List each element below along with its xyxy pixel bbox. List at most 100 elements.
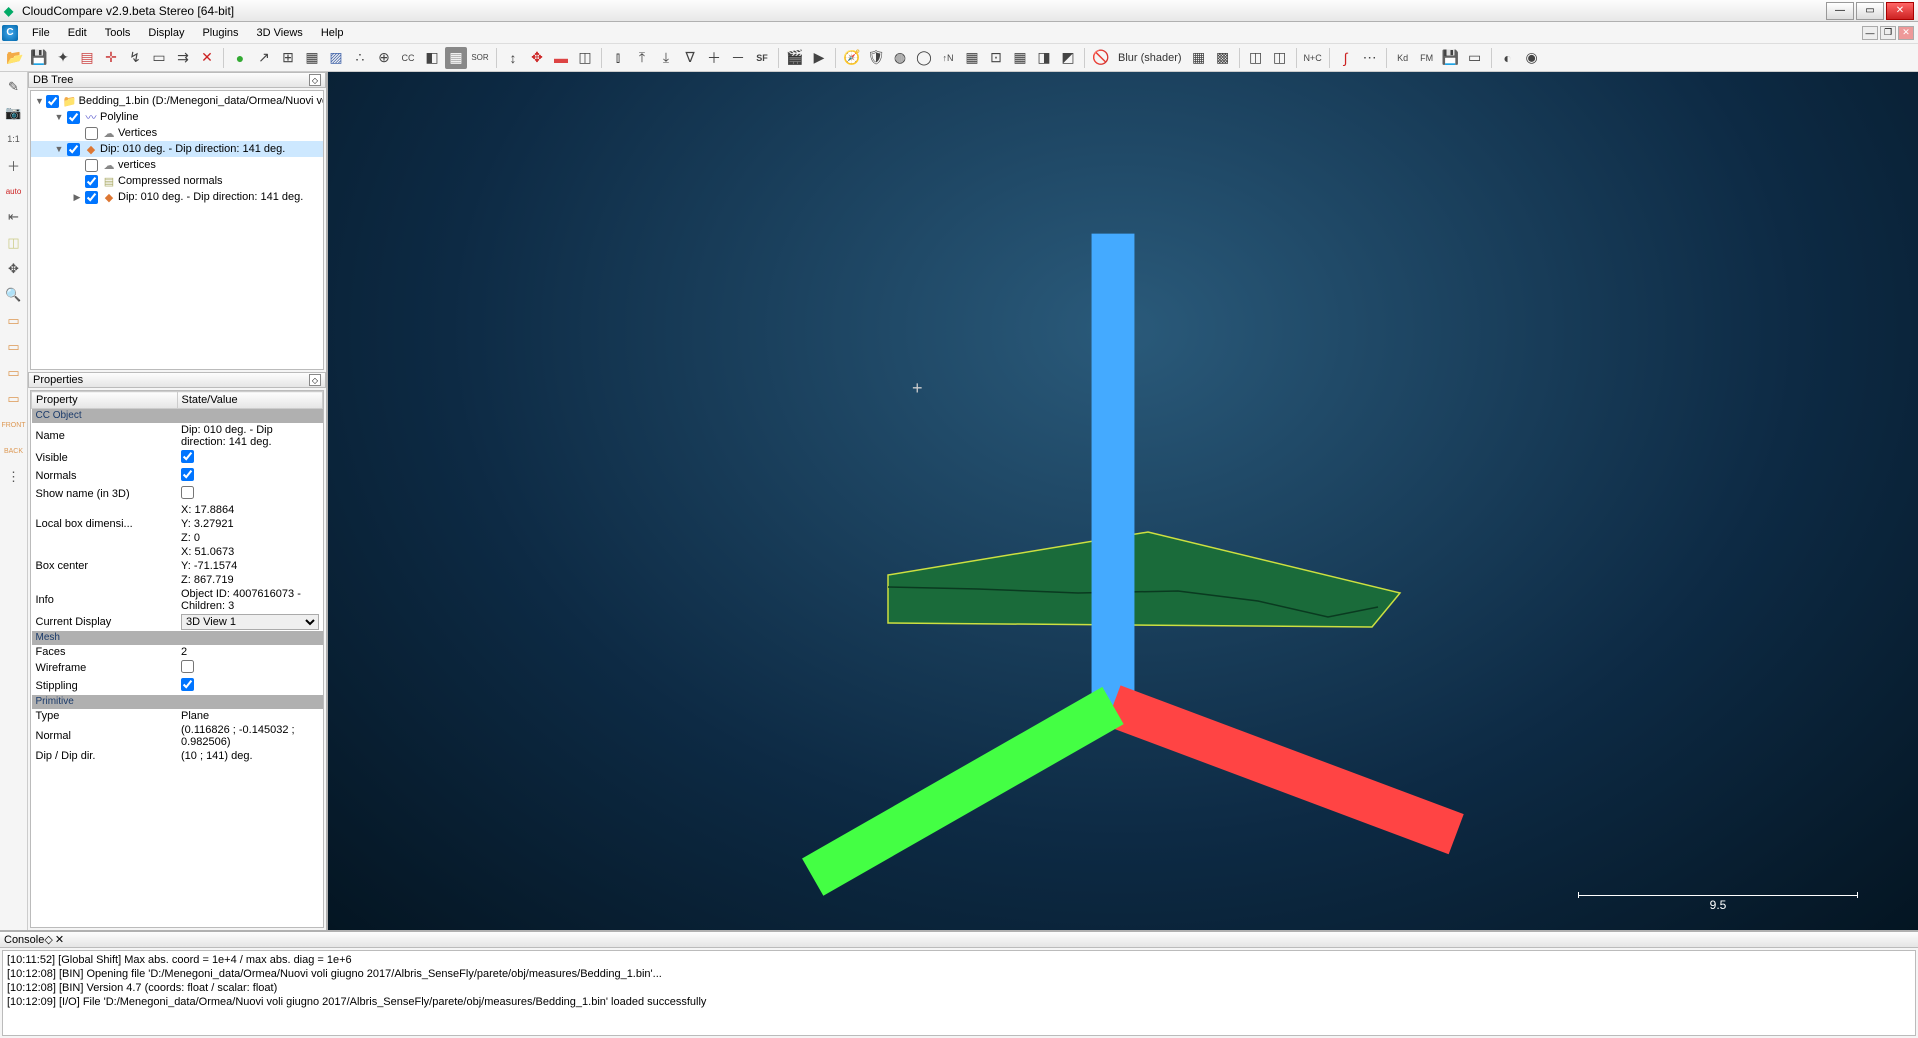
left-view-icon[interactable]: ▭ bbox=[3, 362, 25, 384]
tree-checkbox[interactable] bbox=[67, 111, 80, 124]
tree-row[interactable]: ☁vertices bbox=[31, 157, 323, 173]
menu-tools[interactable]: Tools bbox=[97, 25, 139, 41]
move-icon[interactable]: ✥ bbox=[3, 258, 25, 280]
tree-item-label: Compressed normals bbox=[118, 175, 223, 187]
tree-checkbox[interactable] bbox=[85, 159, 98, 172]
arrow-icon[interactable]: ⇤ bbox=[3, 206, 25, 228]
stippling-checkbox[interactable] bbox=[181, 678, 194, 691]
back-view-icon[interactable]: BACK bbox=[3, 440, 25, 462]
zoom-icon[interactable]: 🔍 bbox=[3, 284, 25, 306]
viewport-3d[interactable]: + 9.5 bbox=[328, 72, 1918, 930]
left-panel: DB Tree ◇ ▼📁Bedding_1.bin (D:/Menegoni_d… bbox=[28, 72, 328, 930]
iso-view-icon[interactable]: ◫ bbox=[3, 232, 25, 254]
dbtree-body[interactable]: ▼ 📁Bedding_1.bin (D:/Menegoni_data/Ormea/… bbox=[30, 90, 324, 370]
merge-icon[interactable]: ⇉ bbox=[172, 47, 194, 69]
tree-checkbox[interactable] bbox=[85, 127, 98, 140]
app-logo-icon: C bbox=[2, 25, 18, 41]
menu-help[interactable]: Help bbox=[313, 25, 352, 41]
one-to-one-icon[interactable]: 1:1 bbox=[3, 128, 25, 150]
normals-icon[interactable]: ↗ bbox=[253, 47, 275, 69]
open-icon[interactable]: 📂 bbox=[4, 47, 26, 69]
tree-row[interactable]: ▼ 📁Bedding_1.bin (D:/Menegoni_data/Ormea/… bbox=[31, 93, 323, 109]
menu-display[interactable]: Display bbox=[140, 25, 192, 41]
auto-icon[interactable]: auto bbox=[3, 180, 25, 202]
tree-row[interactable]: ▶◆Dip: 010 deg. - Dip direction: 141 deg… bbox=[31, 189, 323, 205]
save-icon[interactable]: 💾 bbox=[28, 47, 50, 69]
folder-icon: 📁 bbox=[63, 94, 77, 108]
dbtree-title: DB Tree bbox=[33, 74, 73, 86]
mesh-icon: ◆ bbox=[84, 142, 98, 156]
pick-icon[interactable]: ✛ bbox=[100, 47, 122, 69]
right-view-icon[interactable]: ▭ bbox=[3, 388, 25, 410]
tree-item-label: Dip: 010 deg. - Dip direction: 141 deg. bbox=[118, 191, 303, 203]
prop-header-val: State/Value bbox=[177, 392, 323, 409]
delete-icon[interactable]: ✕ bbox=[196, 47, 218, 69]
connected-icon[interactable]: ↯ bbox=[124, 47, 146, 69]
plus-icon[interactable]: ＋ bbox=[3, 154, 25, 176]
dbtree-panel: DB Tree ◇ ▼📁Bedding_1.bin (D:/Menegoni_d… bbox=[28, 72, 326, 372]
close-button[interactable]: ✕ bbox=[1886, 2, 1914, 20]
tree-item-label: Vertices bbox=[118, 127, 157, 139]
tree-item-label: Dip: 010 deg. - Dip direction: 141 deg. bbox=[100, 143, 285, 155]
front-view-icon[interactable]: FRONT bbox=[3, 414, 25, 436]
sample-points-icon[interactable]: ✦ bbox=[52, 47, 74, 69]
menu-file[interactable]: File bbox=[24, 25, 58, 41]
tree-row[interactable]: ☁Vertices bbox=[31, 125, 323, 141]
menubar: C File Edit Tools Display Plugins 3D Vie… bbox=[0, 22, 1918, 44]
showname-checkbox[interactable] bbox=[181, 486, 194, 499]
colors-icon[interactable]: ● bbox=[229, 47, 251, 69]
properties-title: Properties bbox=[33, 374, 83, 386]
tree-checkbox[interactable] bbox=[85, 175, 98, 188]
properties-icon[interactable]: ▤ bbox=[76, 47, 98, 69]
menu-plugins[interactable]: Plugins bbox=[194, 25, 246, 41]
tree-twisty-icon[interactable]: ▼ bbox=[53, 112, 65, 122]
norm-icon: ▤ bbox=[102, 174, 116, 188]
console-line: [10:12:09] [I/O] File 'D:/Menegoni_data/… bbox=[7, 995, 1911, 1009]
minimize-button[interactable]: — bbox=[1826, 2, 1854, 20]
tree-checkbox[interactable] bbox=[46, 95, 59, 108]
console-line: [10:12:08] [BIN] Version 4.7 (coords: fl… bbox=[7, 981, 1911, 995]
tree-twisty-icon[interactable]: ▶ bbox=[71, 192, 83, 203]
window-title: CloudCompare v2.9.beta Stereo [64-bit] bbox=[22, 4, 1826, 18]
doc-minimize-button[interactable]: — bbox=[1862, 26, 1878, 40]
visible-checkbox[interactable] bbox=[181, 450, 194, 463]
tree-item-label: Polyline bbox=[100, 111, 139, 123]
properties-panel: Properties ◇ PropertyState/Value CC Obje… bbox=[28, 372, 326, 930]
wireframe-checkbox[interactable] bbox=[181, 660, 194, 673]
console-line: [10:11:52] [Global Shift] Max abs. coord… bbox=[7, 953, 1911, 967]
tree-checkbox[interactable] bbox=[67, 143, 80, 156]
menu-edit[interactable]: Edit bbox=[60, 25, 95, 41]
tree-checkbox[interactable] bbox=[85, 191, 98, 204]
section-ccobject: CC Object bbox=[32, 409, 323, 423]
console-panel: Console ◇ ✕ [10:11:52] [Global Shift] Ma… bbox=[0, 930, 1918, 1038]
bottom-view-icon[interactable]: ▭ bbox=[3, 336, 25, 358]
poly-icon: 〰 bbox=[84, 110, 98, 124]
tree-row[interactable]: ▼ ◆Dip: 010 deg. - Dip direction: 141 deg… bbox=[31, 141, 323, 157]
octree-icon[interactable]: ⊞ bbox=[277, 47, 299, 69]
tree-item-label: vertices bbox=[118, 159, 156, 171]
doc-close-button[interactable]: ✕ bbox=[1898, 26, 1914, 40]
current-display-select[interactable]: 3D View 1 bbox=[181, 614, 319, 630]
tree-row[interactable]: ▤Compressed normals bbox=[31, 173, 323, 189]
properties-table: PropertyState/Value CC Object NameDip: 0… bbox=[31, 391, 323, 763]
colors-view-icon[interactable]: ⋮ bbox=[3, 466, 25, 488]
pencil-icon[interactable]: ✎ bbox=[3, 76, 25, 98]
console-float-icon[interactable]: ◇ bbox=[44, 933, 52, 946]
console-close-icon[interactable]: ✕ bbox=[55, 933, 64, 946]
tree-twisty-icon[interactable]: ▼ bbox=[35, 96, 44, 106]
tree-item-label: Bedding_1.bin (D:/Menegoni_data/Ormea/Nu… bbox=[79, 95, 324, 107]
trihedron-icon bbox=[318, 62, 1908, 920]
doc-restore-button[interactable]: ❐ bbox=[1880, 26, 1896, 40]
top-view-icon[interactable]: ▭ bbox=[3, 310, 25, 332]
camera-view-icon[interactable]: 📷 bbox=[3, 102, 25, 124]
maximize-button[interactable]: ▭ bbox=[1856, 2, 1884, 20]
tree-row[interactable]: ▼ 〰Polyline bbox=[31, 109, 323, 125]
view-toolbar: ✎ 📷 1:1 ＋ auto ⇤ ◫ ✥ 🔍 ▭ ▭ ▭ ▭ FRONT BAC… bbox=[0, 72, 28, 930]
console-body[interactable]: [10:11:52] [Global Shift] Max abs. coord… bbox=[2, 950, 1916, 1036]
titlebar: ◆ CloudCompare v2.9.beta Stereo [64-bit]… bbox=[0, 0, 1918, 22]
menu-3dviews[interactable]: 3D Views bbox=[249, 25, 311, 41]
tree-twisty-icon[interactable]: ▼ bbox=[53, 144, 65, 154]
app-icon: ◆ bbox=[4, 4, 18, 18]
clone-icon[interactable]: ▭ bbox=[148, 47, 170, 69]
normals-checkbox[interactable] bbox=[181, 468, 194, 481]
